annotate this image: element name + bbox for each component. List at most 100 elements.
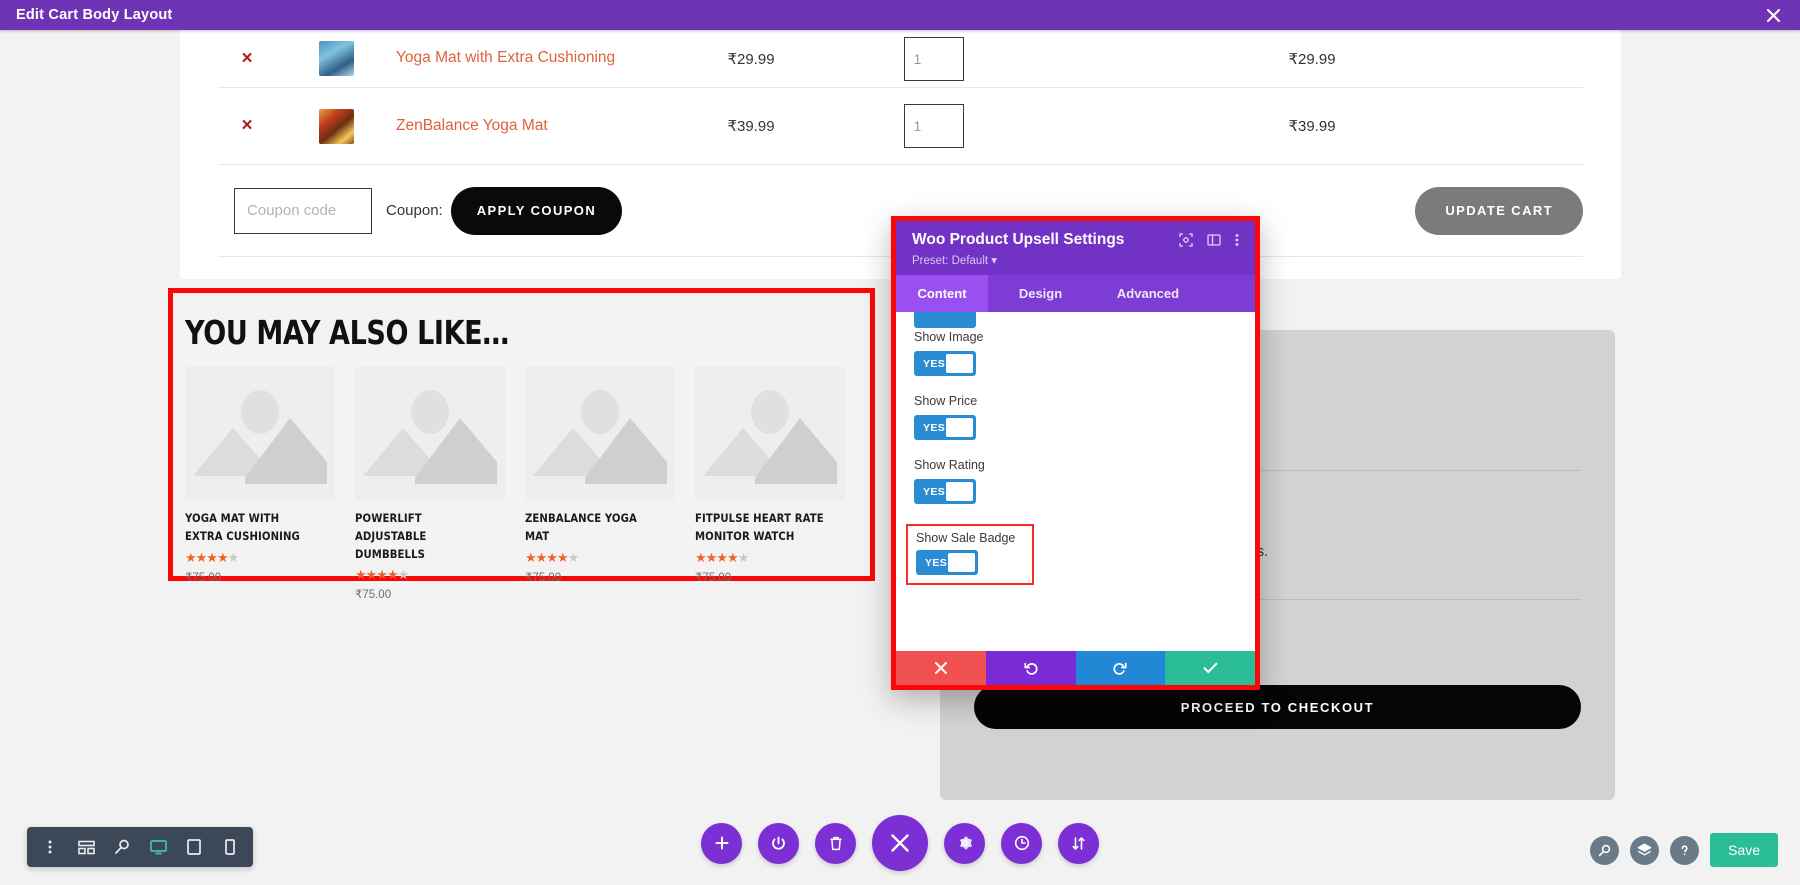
list-item[interactable]: ZENBALANCE YOGA MAT ★★★★★ ₹75.00 — [525, 366, 675, 601]
toggle-knob — [946, 482, 973, 501]
gear-icon[interactable] — [944, 822, 985, 864]
rating-stars: ★★★★★ — [525, 549, 579, 565]
product-name-link[interactable]: Yoga Mat with Extra Cushioning — [396, 46, 676, 70]
app-root: Edit Cart Body Layout × Yoga Mat with Ex… — [0, 0, 1800, 885]
remove-item-button[interactable]: × — [218, 48, 276, 70]
modal-footer — [896, 651, 1255, 685]
modal-header-icons — [1179, 233, 1239, 247]
list-item-title: ZENBALANCE YOGA MAT — [525, 511, 637, 543]
tab-advanced[interactable]: Advanced — [1093, 275, 1203, 312]
product-placeholder-image — [525, 366, 675, 500]
upsell-section[interactable]: YOU MAY ALSO LIKE… YOGA MAT WITH EXTRA C… — [168, 288, 875, 601]
product-name-link[interactable]: ZenBalance Yoga Mat — [396, 114, 676, 138]
builder-action-bar — [701, 815, 1099, 871]
list-item[interactable]: POWERLIFT ADJUSTABLE DUMBBELLS ★★★★★ ₹75… — [355, 366, 505, 601]
toggle-knob — [946, 354, 973, 373]
show-sale-badge-toggle[interactable]: YES — [916, 550, 978, 575]
tab-design[interactable]: Design — [988, 275, 1093, 312]
coupon-label: Coupon: — [386, 202, 443, 219]
close-icon[interactable] — [1762, 4, 1784, 26]
upsell-product-grid: YOGA MAT WITH EXTRA CUSHIONING ★★★★★ ₹75… — [183, 366, 860, 601]
line-total: ₹29.99 — [1288, 50, 1336, 68]
modal-tabs: Content Design Advanced — [896, 275, 1255, 312]
table-row: × ZenBalance Yoga Mat ₹39.99 ₹39.99 — [218, 88, 1583, 165]
list-item-price: ₹75.00 — [355, 589, 392, 602]
quantity-cell — [826, 104, 1041, 148]
sort-icon[interactable] — [1058, 822, 1099, 864]
focus-target-icon[interactable] — [1179, 233, 1193, 247]
apply-coupon-button[interactable]: APPLY COUPON — [450, 186, 623, 235]
show-price-toggle[interactable]: YES — [914, 415, 976, 440]
proceed-to-checkout-button[interactable]: PROCEED TO CHECKOUT — [974, 685, 1581, 729]
list-item-price: ₹75.00 — [185, 571, 222, 584]
toggle-knob — [948, 553, 975, 572]
search-icon[interactable] — [1590, 835, 1620, 865]
layers-icon[interactable] — [1630, 835, 1660, 865]
field-show-sale-badge: Show Sale Badge YES — [906, 524, 1034, 585]
modal-body: Show Image YES Show Price YES Show Ratin… — [896, 312, 1255, 651]
redo-button[interactable] — [1075, 651, 1166, 685]
show-image-toggle[interactable]: YES — [914, 351, 976, 376]
list-item-title: FITPULSE HEART RATE MONITOR WATCH — [695, 511, 824, 543]
add-module-button[interactable] — [701, 822, 742, 864]
list-item[interactable]: FITPULSE HEART RATE MONITOR WATCH ★★★★★ … — [695, 366, 845, 601]
more-vertical-icon[interactable] — [1235, 233, 1239, 247]
rating-stars: ★★★★★ — [695, 549, 749, 565]
field-label: Show Image — [914, 330, 984, 344]
field-show-image: Show Image YES — [914, 330, 1237, 376]
more-vertical-icon[interactable] — [35, 832, 65, 862]
preset-label: Preset: Default — [912, 255, 989, 267]
mobile-icon[interactable] — [215, 832, 245, 862]
toggle-builder-button[interactable] — [758, 822, 799, 864]
clock-icon[interactable] — [1001, 822, 1042, 864]
product-placeholder-image — [355, 366, 505, 500]
zoom-icon[interactable] — [107, 832, 137, 862]
builder-canvas: × Yoga Mat with Extra Cushioning ₹29.99 … — [0, 30, 1800, 885]
toggle-value: YES — [923, 421, 946, 434]
builder-utility-bar: Save — [1590, 833, 1778, 867]
zenbalance-thumb — [318, 108, 354, 144]
wireframe-icon[interactable] — [71, 832, 101, 862]
product-price: ₹29.99 — [727, 50, 775, 68]
show-rating-toggle[interactable]: YES — [914, 479, 976, 504]
toggle-value: YES — [923, 357, 946, 370]
field-label: Show Price — [914, 394, 978, 408]
desktop-icon[interactable] — [143, 832, 173, 862]
module-settings-modal: Woo Product Upsell Settings Preset: Defa… — [891, 216, 1260, 690]
undo-button[interactable] — [985, 651, 1076, 685]
field-label: Show Rating — [914, 458, 985, 472]
line-total: ₹39.99 — [1288, 118, 1336, 135]
save-button[interactable]: Save — [1710, 833, 1778, 867]
list-item-title: YOGA MAT WITH EXTRA CUSHIONING — [185, 511, 300, 543]
apply-button[interactable] — [1165, 651, 1255, 685]
field-show-price: Show Price YES — [914, 394, 1237, 440]
modal-header: Woo Product Upsell Settings Preset: Defa… — [896, 221, 1255, 275]
scrolled-toggle-partial[interactable] — [914, 312, 976, 328]
help-icon[interactable] — [1670, 835, 1700, 865]
remove-item-button[interactable]: × — [218, 115, 276, 137]
update-cart-button[interactable]: UPDATE CART — [1415, 186, 1583, 235]
chevron-down-icon: ▾ — [991, 255, 998, 267]
table-row: × Yoga Mat with Extra Cushioning ₹29.99 … — [218, 30, 1583, 88]
rating-stars: ★★★★★ — [185, 549, 239, 565]
product-name-text[interactable]: ZenBalance Yoga Mat — [396, 117, 548, 134]
product-price: ₹39.99 — [727, 118, 775, 135]
quantity-stepper[interactable] — [903, 36, 964, 81]
discard-button[interactable] — [896, 651, 986, 685]
product-name-text[interactable]: Yoga Mat with Extra Cushioning — [396, 49, 615, 66]
tab-content[interactable]: Content — [896, 275, 988, 312]
panel-layout-icon[interactable] — [1207, 233, 1221, 247]
quantity-stepper[interactable] — [903, 104, 964, 148]
close-builder-button[interactable] — [872, 815, 928, 871]
coupon-input[interactable] — [234, 187, 372, 234]
product-placeholder-image — [185, 366, 335, 500]
trash-icon[interactable] — [815, 822, 856, 864]
tablet-icon[interactable] — [179, 832, 209, 862]
list-item-price: ₹75.00 — [695, 571, 732, 584]
list-item-price: ₹75.00 — [525, 571, 562, 584]
product-thumbnail[interactable] — [276, 41, 396, 76]
list-item[interactable]: YOGA MAT WITH EXTRA CUSHIONING ★★★★★ ₹75… — [185, 366, 335, 601]
product-thumbnail[interactable] — [276, 108, 396, 144]
preset-selector[interactable]: Preset: Default ▾ — [912, 253, 1239, 267]
device-toolbar — [27, 827, 253, 867]
